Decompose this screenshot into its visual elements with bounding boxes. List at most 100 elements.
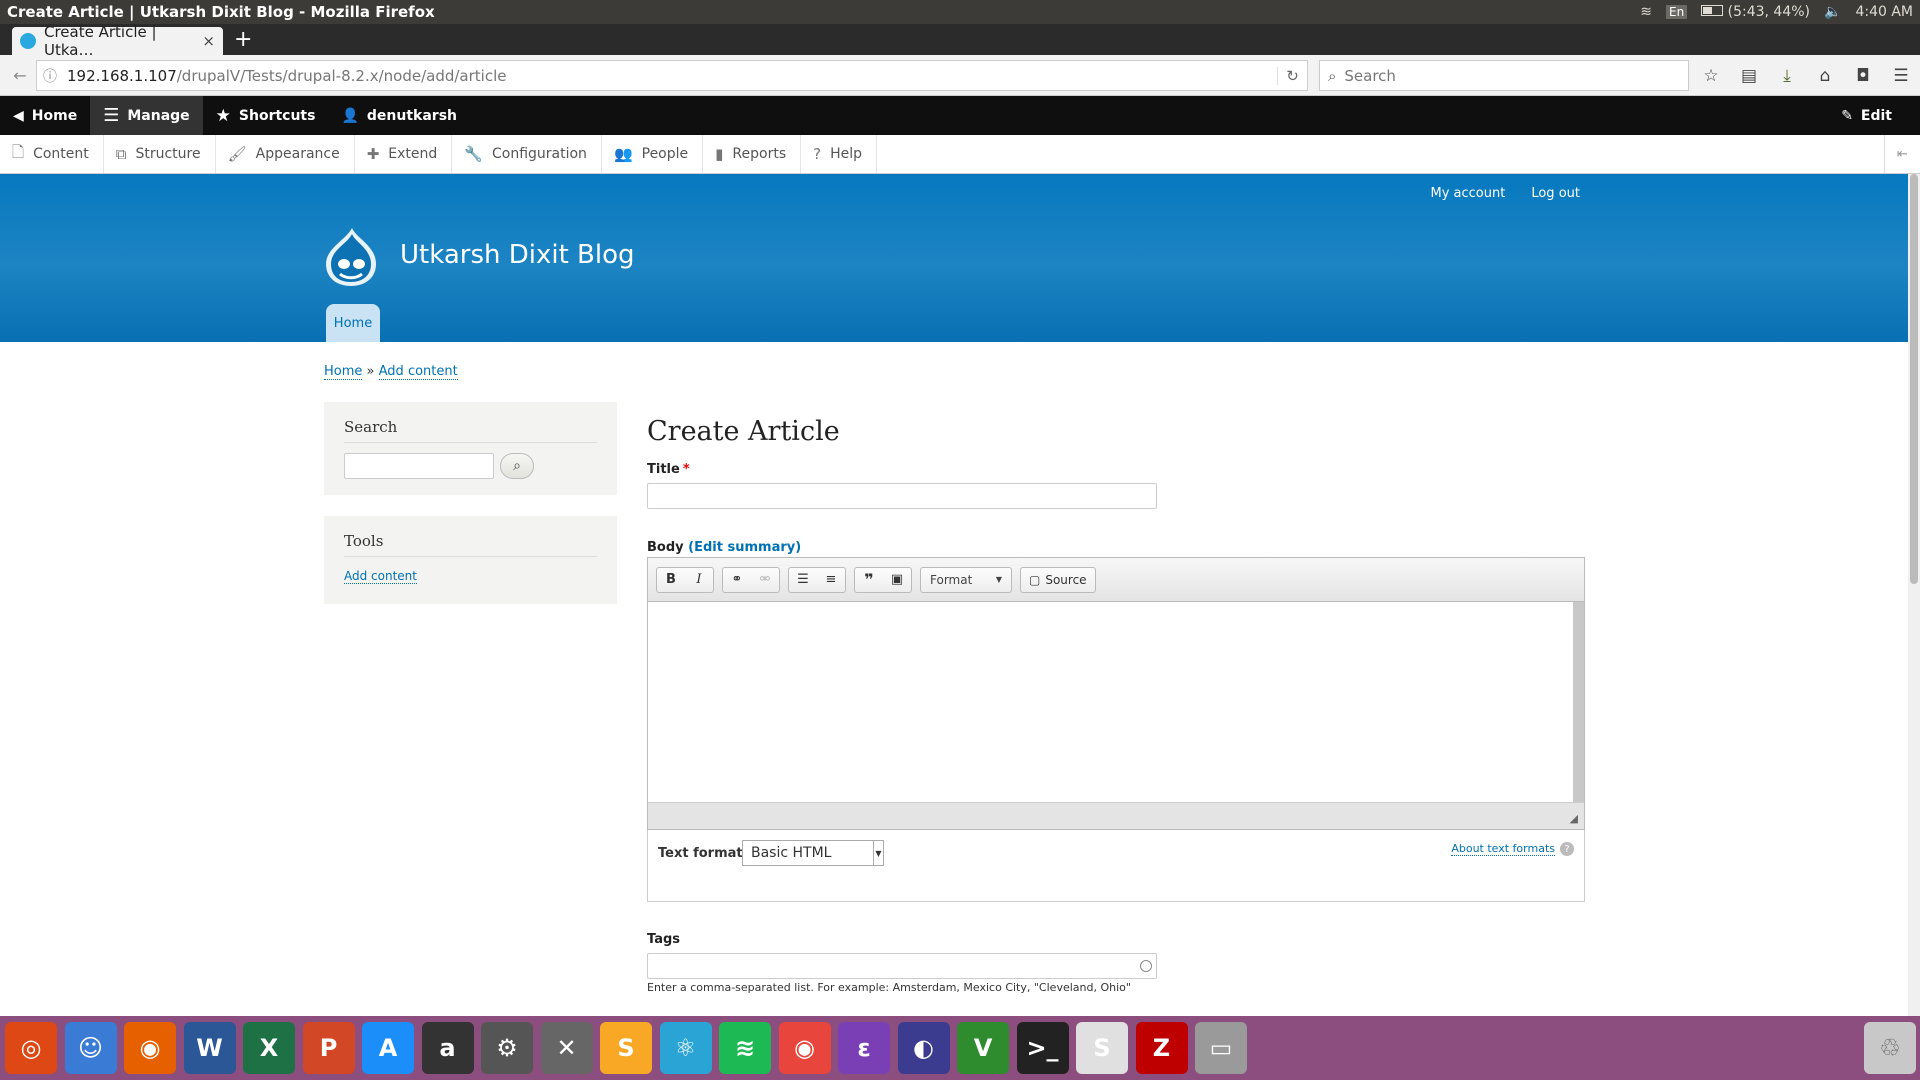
- tray-item-extend[interactable]: ✚ Extend: [355, 135, 453, 173]
- required-marker: *: [682, 462, 690, 477]
- breadcrumb-home[interactable]: Home: [324, 364, 363, 380]
- reload-icon[interactable]: ↻: [1277, 66, 1307, 85]
- text-format-select[interactable]: Basic HTML ▼: [742, 840, 884, 866]
- emacs-icon[interactable]: ε: [838, 1022, 890, 1074]
- excel-icon[interactable]: X: [243, 1022, 295, 1074]
- terminal-icon[interactable]: >_: [1016, 1022, 1069, 1074]
- tray-item-appearance[interactable]: 🖌 Appearance: [216, 135, 355, 173]
- pocket-icon[interactable]: ◘: [1850, 66, 1876, 86]
- vim-icon[interactable]: V: [957, 1022, 1009, 1074]
- numbered-list-icon[interactable]: ≡: [817, 568, 845, 592]
- new-tab-button[interactable]: +: [234, 27, 252, 53]
- disk-icon[interactable]: ▭: [1195, 1022, 1247, 1074]
- tray-item-people[interactable]: 👥 People: [602, 135, 704, 173]
- ubuntu-icon[interactable]: ◎: [5, 1022, 57, 1074]
- toolbar-user-label: denutkarsh: [366, 107, 458, 124]
- add-content-link[interactable]: Add content: [344, 569, 417, 584]
- battery-indicator[interactable]: (5:43, 44%): [1701, 4, 1810, 20]
- toolbar-user[interactable]: 👤 denutkarsh: [328, 96, 470, 135]
- drupal-logo-icon[interactable]: [322, 226, 380, 288]
- browser-tab-bar: Create Article | Utka… × +: [0, 23, 1920, 59]
- page-title: Create Article: [647, 416, 840, 447]
- spotify-icon[interactable]: ≋: [719, 1022, 771, 1074]
- tags-label: Tags: [647, 932, 681, 947]
- bookmark-star-icon[interactable]: ☆: [1698, 66, 1724, 86]
- tab-close-icon[interactable]: ×: [202, 32, 215, 50]
- editor-body[interactable]: [648, 602, 1584, 802]
- back-arrow-icon[interactable]: ←: [0, 66, 40, 85]
- system-settings-icon[interactable]: ⚙: [481, 1022, 533, 1074]
- site-name[interactable]: Utkarsh Dixit Blog: [400, 240, 635, 270]
- slack-icon[interactable]: S: [1076, 1022, 1128, 1074]
- search-bar[interactable]: ⌕ Search: [1319, 60, 1689, 91]
- my-account-link[interactable]: My account: [1431, 186, 1506, 201]
- main-menu-home-tab[interactable]: Home: [326, 304, 380, 342]
- log-out-link[interactable]: Log out: [1531, 186, 1580, 201]
- scrollbar-thumb[interactable]: [1910, 174, 1918, 584]
- blockquote-icon[interactable]: ❞: [855, 568, 883, 592]
- tray-item-configuration[interactable]: 🔧 Configuration: [452, 135, 602, 173]
- chevron-down-icon: ▼: [995, 575, 1002, 584]
- sidebar-search-button[interactable]: ⌕: [500, 453, 534, 479]
- italic-icon[interactable]: I: [685, 568, 713, 592]
- chrome-icon[interactable]: ◉: [778, 1022, 831, 1074]
- eclipse-icon[interactable]: ◐: [897, 1022, 950, 1074]
- image-icon[interactable]: ▣: [883, 568, 911, 592]
- text-format-value: Basic HTML: [751, 845, 832, 861]
- battery-icon: [1701, 5, 1724, 16]
- wifi-icon[interactable]: ≋: [1640, 4, 1652, 20]
- reading-list-icon[interactable]: ▤: [1736, 66, 1762, 86]
- browser-tab[interactable]: Create Article | Utka… ×: [12, 23, 223, 59]
- breadcrumb-add-content[interactable]: Add content: [378, 364, 458, 380]
- help-icon: ?: [1560, 842, 1574, 856]
- url-bar[interactable]: ⓘ 192.168.1.107/drupalV/Tests/drupal-8.2…: [36, 60, 1308, 91]
- resize-grip-icon[interactable]: ◢: [1570, 812, 1578, 825]
- tray-item-help[interactable]: ? Help: [801, 135, 877, 173]
- tray-item-content[interactable]: 🗋 Content: [0, 135, 104, 173]
- toolbar-manage[interactable]: ☰ Manage: [90, 96, 203, 135]
- download-icon[interactable]: ⤓: [1774, 66, 1800, 86]
- clock[interactable]: 4:40 AM: [1855, 4, 1913, 20]
- home-icon[interactable]: ⌂: [1812, 66, 1838, 86]
- page-scrollbar[interactable]: [1908, 174, 1920, 1016]
- sublime-icon[interactable]: S: [600, 1022, 652, 1074]
- keyboard-indicator[interactable]: En: [1665, 5, 1688, 19]
- menu-icon[interactable]: ☰: [1888, 66, 1914, 86]
- breadcrumb-separator: »: [366, 364, 375, 379]
- sidebar-search-input[interactable]: [344, 453, 494, 479]
- atom-icon[interactable]: ⚛: [659, 1022, 712, 1074]
- tools-icon[interactable]: ✕: [540, 1022, 593, 1074]
- powerpoint-icon[interactable]: P: [302, 1022, 355, 1074]
- source-button[interactable]: ▢ Source: [1020, 566, 1096, 593]
- link-icon[interactable]: ⚭: [723, 568, 751, 592]
- word-icon[interactable]: W: [183, 1022, 236, 1074]
- tags-input[interactable]: [647, 953, 1157, 979]
- tray-label: Extend: [388, 146, 438, 162]
- toolbar-shortcuts[interactable]: ★ Shortcuts: [203, 96, 329, 135]
- toolbar-home-label: Home: [31, 107, 78, 124]
- dock: ◎ ☺ ◉ W X P Aa ⚙ ✕ S ⚛ ≋ ◉ ε ◐ V >_ S Z ▭ ♲: [0, 1016, 1920, 1080]
- battery-text: (5:43, 44%): [1727, 4, 1811, 20]
- filezilla-icon[interactable]: Z: [1135, 1022, 1188, 1074]
- title-input[interactable]: [647, 483, 1157, 509]
- unlink-icon[interactable]: ⚮: [751, 568, 779, 592]
- trash-icon[interactable]: ♲: [1864, 1022, 1916, 1074]
- bulleted-list-icon[interactable]: ☰: [789, 568, 817, 592]
- about-text-formats-link[interactable]: About text formats ?: [1451, 842, 1574, 856]
- puzzle-icon: ✚: [366, 145, 380, 163]
- amazon-icon[interactable]: a: [421, 1022, 474, 1074]
- bold-icon[interactable]: B: [657, 568, 685, 592]
- firefox-icon[interactable]: ◉: [124, 1022, 176, 1074]
- url-host: 192.168.1.107: [67, 66, 177, 85]
- format-dropdown[interactable]: Format ▼: [920, 566, 1012, 593]
- tray-item-reports[interactable]: ▮ Reports: [703, 135, 802, 173]
- edit-summary-link[interactable]: (Edit summary): [688, 540, 801, 555]
- info-icon[interactable]: ⓘ: [43, 66, 57, 86]
- toolbar-edit[interactable]: ✎ Edit: [1828, 96, 1920, 135]
- tray-item-structure[interactable]: ⧉ Structure: [104, 135, 216, 173]
- tray-orientation-toggle-icon[interactable]: ⇤: [1884, 135, 1920, 173]
- toolbar-home[interactable]: ◀ Home: [0, 96, 90, 135]
- finder-icon[interactable]: ☺: [64, 1022, 117, 1074]
- volume-icon[interactable]: 🔈: [1824, 4, 1841, 20]
- app-store-icon[interactable]: A: [362, 1022, 414, 1074]
